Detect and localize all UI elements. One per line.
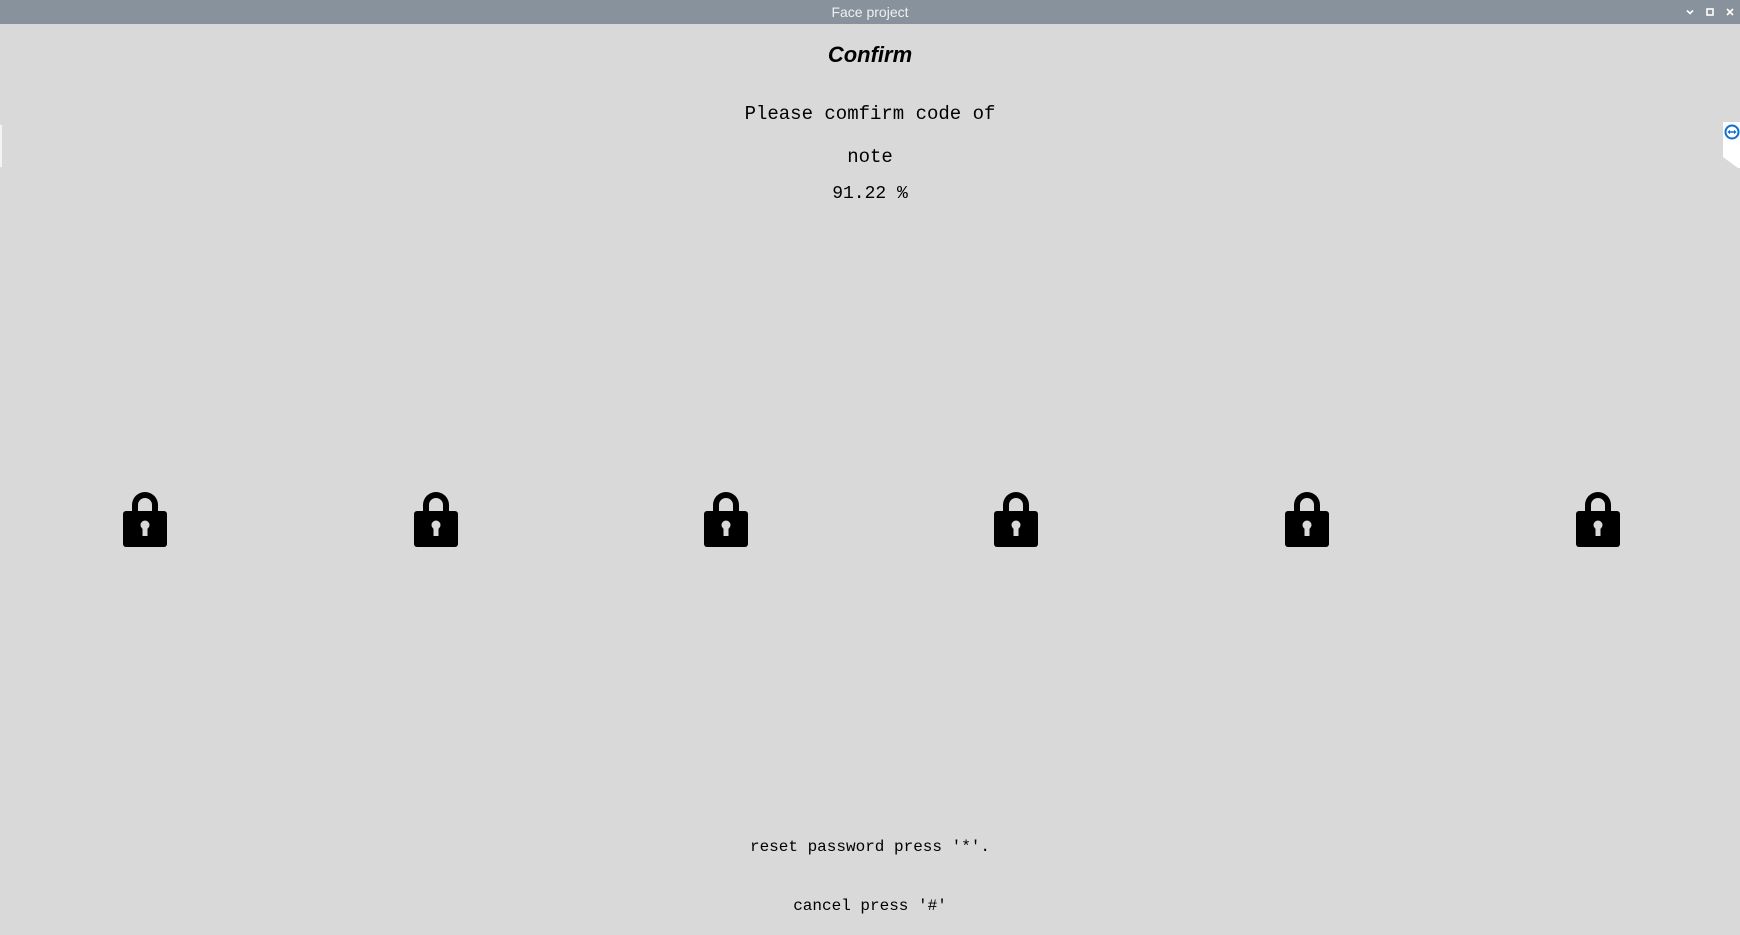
minimize-icon: [1686, 9, 1694, 15]
lock-icon: [704, 492, 748, 547]
code-slots: [0, 488, 1740, 548]
cancel-hint: cancel press '#': [793, 897, 947, 915]
close-icon: [1726, 8, 1734, 16]
window-controls: [1680, 0, 1740, 24]
lock-icon: [1576, 492, 1620, 547]
lock-icon: [994, 492, 1038, 547]
confirm-prompt: Please comfirm code of: [744, 103, 996, 125]
confirm-target: note: [847, 146, 893, 168]
reset-hint: reset password press '*'.: [749, 838, 991, 856]
lock-icon: [123, 492, 167, 547]
window-title: Face project: [831, 4, 909, 20]
maximize-button[interactable]: [1700, 0, 1720, 24]
close-button[interactable]: [1720, 0, 1740, 24]
minimize-button[interactable]: [1680, 0, 1700, 24]
confidence-value: 91.22 %: [832, 184, 908, 204]
lock-icon: [414, 492, 458, 547]
maximize-icon: [1706, 8, 1714, 16]
app-window: Face project Confirm Please comfirm code…: [0, 0, 1740, 935]
lock-icon: [1285, 492, 1329, 547]
page-title: Confirm: [827, 42, 913, 67]
title-bar: Face project: [0, 0, 1740, 24]
